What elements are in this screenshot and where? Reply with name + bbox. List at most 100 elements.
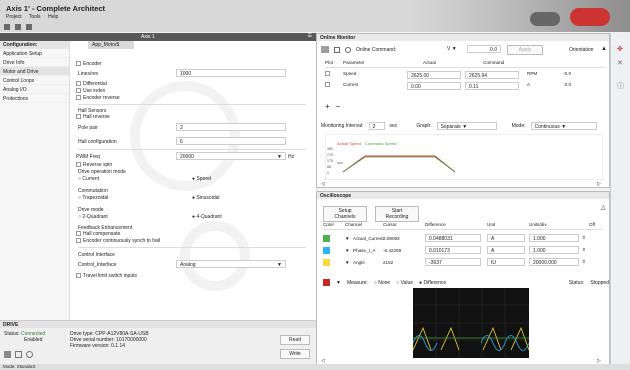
reverse-spin-check[interactable]: Reverse spin <box>76 162 112 168</box>
monitor-settings: Monitoring Interval: 2 sec Graph: Separa… <box>321 122 607 130</box>
channel-name: Angle <box>353 259 365 265</box>
radio-2-quadrant[interactable]: ○ 2-Quadrant <box>78 214 108 220</box>
read-button[interactable]: Read <box>280 335 310 345</box>
radio-speed[interactable]: ● Speed <box>192 176 211 182</box>
save-icon[interactable] <box>15 24 21 30</box>
hall-reverse-check[interactable]: Hall reverse <box>76 114 110 120</box>
channel-units-div[interactable]: 1.000 <box>529 234 579 242</box>
channel-unit-select[interactable]: IU <box>487 258 525 266</box>
nav-analog-io[interactable]: Analog I/O <box>0 85 69 94</box>
radio-current[interactable]: ○ Current <box>78 176 99 182</box>
chevron-down-icon[interactable]: ▼ <box>345 248 353 253</box>
write-button[interactable]: Write <box>280 349 310 359</box>
control-iface-select[interactable]: Analog ▼ <box>176 260 286 268</box>
menu-tools[interactable]: Tools <box>29 14 41 20</box>
encoder-sync-check[interactable]: Encoder continuously synch to hall <box>76 238 160 244</box>
drive-stop-icon[interactable] <box>15 351 22 358</box>
online-cmd-field[interactable]: 0.0 <box>467 45 501 53</box>
divider <box>78 104 306 105</box>
pwm-freq-label: PWM Freq <box>76 154 100 160</box>
tools-icon[interactable]: ✕ <box>617 59 623 67</box>
stepper-icon[interactable]: ⇕ <box>582 235 586 241</box>
col-color: Color <box>323 222 334 227</box>
hall-reverse-label: Hall reverse <box>83 114 110 120</box>
print-icon[interactable] <box>26 24 32 30</box>
drive-header: DRIVE <box>0 321 316 328</box>
encoder-reverse-check[interactable]: Encoder reverse <box>76 95 120 101</box>
stop-icon[interactable] <box>334 46 340 53</box>
stepper-icon[interactable]: ⇕ <box>582 259 586 265</box>
scroll-up-icon[interactable]: △ <box>601 204 606 211</box>
grid-icon[interactable] <box>321 46 329 53</box>
chevron-down-icon[interactable]: ▼ <box>345 260 353 265</box>
start-recording-button[interactable]: Start Recording <box>375 206 419 222</box>
channel-row[interactable]: ▼ Phase_I_A -6.42299 0.010173 A 1.000 ⇕ <box>323 246 603 254</box>
encoder-sync-label: Encoder continuously synch to hall <box>83 238 160 244</box>
lines-rev-field[interactable]: 1000 <box>176 69 286 77</box>
plot-check[interactable] <box>325 71 343 79</box>
nav-motor-and-drive[interactable]: Motor and Drive <box>0 67 69 76</box>
channel-row[interactable]: ▼ Actual_Current 2.09093 0.0488031 A 1.000 ⇕ <box>323 234 603 242</box>
nav-protections[interactable]: Protections <box>0 94 69 103</box>
channel-unit-select[interactable]: A <box>487 246 525 254</box>
scroll-right-icon[interactable]: ▷ <box>597 181 601 187</box>
pin-icon[interactable]: ✥ <box>617 45 623 53</box>
online-cmd-unit-select[interactable]: V ▼ <box>447 46 457 52</box>
info-icon[interactable]: ⓘ <box>617 81 624 91</box>
drive-reset-icon[interactable] <box>26 351 33 358</box>
use-index-check[interactable]: Use index <box>76 88 105 94</box>
menu-help[interactable]: Help <box>48 14 58 20</box>
radio-2-quadrant-label: 2-Quadrant <box>82 214 108 220</box>
chevron-down-icon[interactable]: ▼ <box>336 280 341 286</box>
hall-config-field[interactable]: 6 <box>176 137 286 145</box>
apply-button[interactable]: Apply <box>507 45 543 55</box>
nav-control-loops[interactable]: Control Loops <box>0 76 69 85</box>
radio-sinusoidal[interactable]: ● Sinusoidal <box>192 195 220 201</box>
new-project-icon[interactable] <box>4 24 10 30</box>
window-controls[interactable]: — □ × <box>588 3 624 9</box>
tab-app-motor[interactable]: App_Motor$ <box>88 41 134 49</box>
mon-interval-field[interactable]: 2 <box>368 122 385 130</box>
channel-row[interactable]: ▼ Angle 2162 -3637 IU 20000.000 ⇕ <box>323 258 603 266</box>
online-cmd-label: Online Command: <box>356 46 397 53</box>
encoder-check[interactable]: Encoder <box>76 61 102 67</box>
channel-unit-select[interactable]: A <box>487 234 525 242</box>
mode-select[interactable]: Continuous ▼ <box>530 122 597 130</box>
table-row[interactable]: Current 0.00 0.11 A 0.0 <box>325 82 605 90</box>
title-bar: Axis 1' - Complete Architect Project Too… <box>0 0 630 32</box>
channel-color-swatch[interactable] <box>323 246 345 254</box>
table-row[interactable]: Speed 2625.00 2625.94 RPM -0.0 <box>325 71 605 79</box>
chevron-down-icon[interactable]: ▼ <box>345 236 353 241</box>
scroll-up-icon[interactable]: ▲ <box>601 46 607 52</box>
measure-difference[interactable]: ● Difference <box>419 280 446 286</box>
measure-none[interactable]: ○ None <box>374 280 390 286</box>
channel-color-swatch[interactable] <box>323 234 345 242</box>
cursor-color-swatch[interactable] <box>323 279 330 286</box>
plot-check[interactable] <box>325 82 343 90</box>
channel-color-swatch[interactable] <box>323 258 345 266</box>
channel-units-div[interactable]: 1.000 <box>529 246 579 254</box>
radio-4-quadrant[interactable]: ● 4-Quadrant <box>192 214 222 220</box>
pwm-freq-select[interactable]: 20000 ▼ <box>176 152 286 160</box>
differential-check[interactable]: Differential <box>76 81 107 87</box>
nav-application-setup[interactable]: Application Setup <box>0 49 69 58</box>
record-icon[interactable] <box>345 46 351 53</box>
menu-project[interactable]: Project <box>6 14 22 20</box>
pole-pair-field[interactable]: 2 <box>176 123 286 131</box>
remove-icon[interactable]: − <box>336 102 347 111</box>
scroll-left-icon[interactable]: ◁ <box>321 181 325 187</box>
channel-units-div[interactable]: 20000.000 <box>529 258 579 266</box>
travel-limit-check[interactable]: Travel limit switch inputs <box>76 273 137 279</box>
add-icon[interactable]: + <box>325 102 336 111</box>
menu-icon[interactable]: ☰ <box>308 33 312 39</box>
setup-channels-button[interactable]: Setup Channels <box>323 206 367 222</box>
radio-4-quadrant-label: 4-Quadrant <box>196 214 222 220</box>
nav-drive-info[interactable]: Drive Info <box>0 58 69 67</box>
graph-select[interactable]: Separate ▼ <box>436 122 497 130</box>
hall-compensate-check[interactable]: Hall compensate <box>76 231 120 237</box>
measure-value[interactable]: ○ Value <box>396 280 413 286</box>
radio-trapezoidal[interactable]: ○ Trapezoidal <box>78 195 108 201</box>
config-nav-header: Configuration: <box>0 41 69 49</box>
stepper-icon[interactable]: ⇕ <box>582 247 586 253</box>
drive-connect-icon[interactable] <box>4 351 11 358</box>
